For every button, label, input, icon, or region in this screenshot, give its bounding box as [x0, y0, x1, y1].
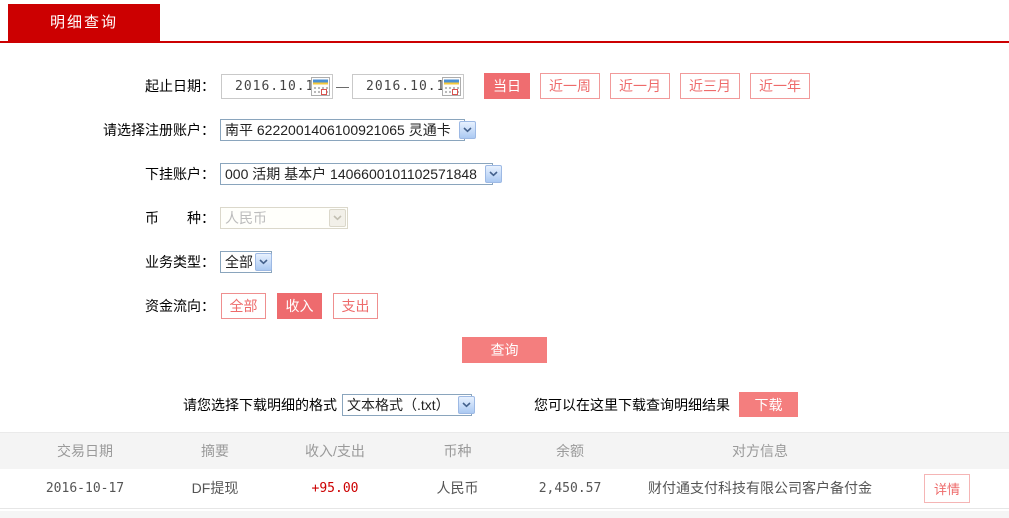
sub-account-select[interactable]: 000 活期 基本户 1406600101102571848 — [220, 163, 502, 185]
sub-account-value: 000 活期 基本户 1406600101102571848 — [225, 166, 477, 182]
range-quarter-button[interactable]: 近三月 — [680, 73, 740, 99]
start-date-input[interactable]: 2016.10.17 — [221, 73, 333, 99]
end-date-input[interactable]: 2016.10.17 — [352, 73, 464, 99]
currency-select: 人民币 — [220, 207, 348, 229]
chevron-down-icon — [255, 253, 272, 271]
currency-row: 币 种： 人民币 — [0, 205, 1009, 231]
header-actions — [885, 433, 1009, 469]
header-currency: 币种 — [443, 442, 472, 459]
range-year-button[interactable]: 近一年 — [750, 73, 810, 99]
calendar-icon[interactable] — [442, 76, 461, 96]
cell-summary: DF提现 — [191, 480, 239, 497]
currency-value: 人民币 — [225, 210, 267, 226]
business-type-row: 业务类型： 全部 — [0, 249, 1009, 275]
sub-account-label: 下挂账户： — [145, 166, 215, 182]
flow-all-button[interactable]: 全部 — [221, 293, 266, 319]
table-header-row: 交易日期 摘要 收入/支出 币种 余额 对方信息 — [0, 432, 1009, 469]
fund-flow-label: 资金流向： — [145, 298, 215, 314]
chevron-down-icon — [484, 165, 502, 183]
header-income-expense: 收入/支出 — [305, 442, 365, 459]
query-button[interactable]: 查询 — [462, 337, 547, 363]
flow-expense-button[interactable]: 支出 — [333, 293, 378, 319]
query-row: 查询 — [0, 337, 1009, 363]
date-range-label: 起止日期： — [145, 78, 215, 94]
register-account-select[interactable]: 南平 6222001406100921065 灵通卡 — [220, 119, 476, 141]
chevron-down-icon — [457, 395, 475, 414]
chevron-down-icon — [329, 209, 346, 227]
range-today-button[interactable]: 当日 — [484, 73, 530, 99]
table-row: 2016-10-17 DF提现 +95.00 人民币 2,450.57 财付通支… — [0, 468, 1009, 509]
header-summary: 摘要 — [201, 442, 229, 459]
cell-balance: 2,450.57 — [538, 480, 602, 496]
fund-flow-row: 资金流向： 全部 收入 支出 — [0, 293, 1009, 319]
header-trade-date: 交易日期 — [57, 442, 113, 459]
cell-currency: 人民币 — [436, 480, 479, 497]
date-range-row: 起止日期： 2016.10.17 — 2016.10.17 当日 近一周 近一月… — [0, 73, 1009, 99]
range-week-button[interactable]: 近一周 — [540, 73, 600, 99]
tab-bar: 明细查询 — [0, 0, 1009, 43]
download-button[interactable]: 下载 — [739, 392, 798, 417]
detail-button[interactable]: 详情 — [923, 473, 970, 503]
cell-counterparty: 财付通支付科技有限公司客户备付金 — [648, 480, 872, 497]
transactions-table: 交易日期 摘要 收入/支出 币种 余额 对方信息 2016-10-17 DF提现… — [0, 432, 1009, 509]
sub-account-row: 下挂账户： 000 活期 基本户 1406600101102571848 — [0, 161, 1009, 187]
download-row: 请您选择下载明细的格式 文本格式（.txt） 您可以在这里下载查询明细结果 下载 — [0, 392, 1009, 417]
download-format-select[interactable]: 文本格式（.txt） — [342, 393, 475, 416]
register-account-label: 请选择注册账户： — [103, 122, 215, 138]
tab-detail-query[interactable]: 明细查询 — [8, 4, 161, 41]
date-separator: — — [336, 78, 349, 94]
flow-income-button[interactable]: 收入 — [277, 293, 322, 319]
register-account-row: 请选择注册账户： 南平 6222001406100921065 灵通卡 — [0, 117, 1009, 143]
cell-trade-date: 2016-10-17 — [45, 480, 125, 496]
header-counterparty: 对方信息 — [732, 442, 788, 459]
chevron-down-icon — [458, 121, 476, 139]
cell-amount: +95.00 — [311, 480, 359, 496]
business-type-label: 业务类型： — [145, 254, 215, 270]
business-type-select[interactable]: 全部 — [220, 251, 272, 273]
query-form: 起止日期： 2016.10.17 — 2016.10.17 当日 近一周 近一月… — [0, 43, 1009, 417]
currency-label: 币 种： — [145, 210, 215, 226]
header-balance: 余额 — [556, 442, 584, 459]
download-hint: 您可以在这里下载查询明细结果 — [534, 396, 730, 413]
bottom-strip — [0, 511, 1009, 518]
range-month-button[interactable]: 近一月 — [610, 73, 670, 99]
cell-actions: 详情 — [885, 469, 1009, 509]
calendar-icon[interactable] — [311, 76, 330, 96]
download-format-value: 文本格式（.txt） — [347, 396, 450, 413]
business-type-value: 全部 — [225, 254, 253, 270]
download-format-label: 请您选择下载明细的格式 — [183, 396, 337, 413]
register-account-value: 南平 6222001406100921065 灵通卡 — [225, 122, 451, 138]
